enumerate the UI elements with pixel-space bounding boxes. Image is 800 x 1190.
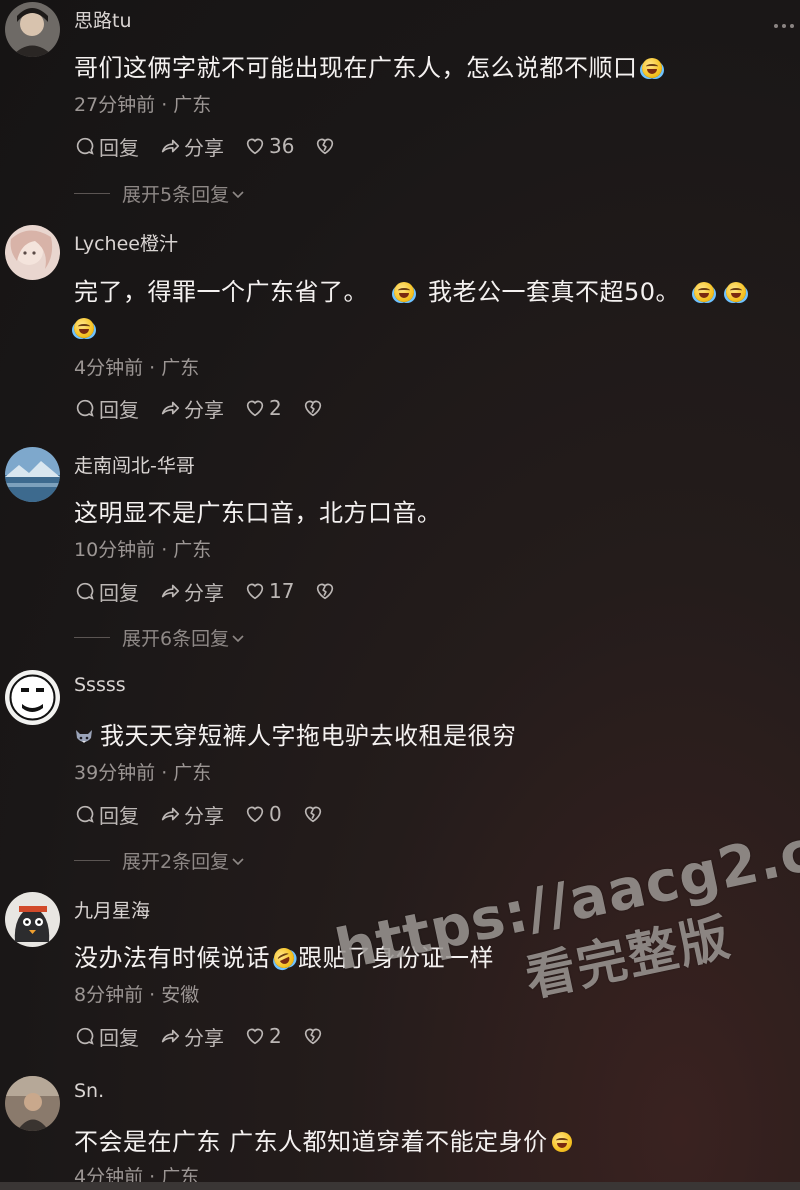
reply-button[interactable]: 回复 xyxy=(74,132,139,161)
heart-icon xyxy=(246,400,264,417)
like-button[interactable]: 2 xyxy=(244,396,282,420)
heart-icon xyxy=(246,1028,264,1045)
divider xyxy=(74,193,110,194)
comment-text: 哥们这俩字就不可能出现在广东人，怎么说都不顺口 xyxy=(74,48,666,83)
avatar[interactable] xyxy=(5,670,60,725)
avatar[interactable] xyxy=(5,447,60,502)
username[interactable]: 走南闯北-华哥 xyxy=(74,451,195,478)
share-button[interactable]: 分享 xyxy=(159,1022,224,1051)
share-icon xyxy=(161,401,180,415)
reply-button[interactable]: 回复 xyxy=(74,394,139,423)
comment-text: 完了，得罪一个广东省了。 我老公一套真不超50。 xyxy=(74,272,750,307)
tears-of-joy-emoji-icon xyxy=(694,282,715,302)
tears-of-joy-emoji-icon xyxy=(641,58,662,78)
comment-meta: 39分钟前 · 广东 xyxy=(74,762,212,784)
reply-icon xyxy=(76,1027,94,1045)
heart-icon xyxy=(246,138,264,155)
comment-meta: 8分钟前 · 安徽 xyxy=(74,984,200,1006)
bottom-bar xyxy=(0,1182,800,1190)
watermark: https://aacg2.com 看完整版 xyxy=(330,798,800,1008)
like-button[interactable]: 0 xyxy=(244,802,282,826)
comment-actions: 回复 分享 17 xyxy=(74,577,359,605)
like-button[interactable]: 36 xyxy=(244,134,294,158)
username[interactable]: Sn. xyxy=(74,1080,104,1102)
comment-text: 这明显不是广东口音，北方口音。 xyxy=(74,499,442,527)
share-icon xyxy=(161,1029,180,1043)
avatar[interactable] xyxy=(5,225,60,280)
comment-meta: 27分钟前 · 广东 xyxy=(74,94,212,116)
avatar[interactable] xyxy=(5,2,60,57)
like-button[interactable]: 2 xyxy=(244,1024,282,1048)
expand-replies-button[interactable]: 展开5条回复 xyxy=(74,180,245,207)
comment-meta: 10分钟前 · 广东 xyxy=(74,539,212,561)
dislike-button[interactable] xyxy=(302,397,327,419)
username[interactable]: 九月星海 xyxy=(74,896,150,923)
broken-heart-icon xyxy=(304,806,321,823)
like-button[interactable]: 17 xyxy=(244,579,294,603)
tears-of-joy-emoji-icon xyxy=(726,282,747,302)
chevron-down-icon xyxy=(232,190,244,198)
comment-text: 没办法有时候说话 跟贴了身份证一样 xyxy=(74,944,494,972)
comment-text-line2 xyxy=(74,314,98,342)
heart-icon xyxy=(246,806,264,823)
share-icon xyxy=(161,139,180,153)
share-button[interactable]: 分享 xyxy=(159,132,224,161)
tears-of-joy-emoji-icon xyxy=(394,282,414,302)
avatar[interactable] xyxy=(5,1076,60,1131)
dislike-button[interactable] xyxy=(314,580,339,602)
comment-actions: 回复 分享 36 xyxy=(74,132,359,160)
reply-icon xyxy=(76,805,94,823)
expand-replies-button[interactable]: 展开2条回复 xyxy=(74,847,245,874)
divider xyxy=(74,637,110,638)
reply-button[interactable]: 回复 xyxy=(74,1022,139,1051)
comment-actions: 回复 分享 2 xyxy=(74,1022,347,1050)
dislike-button[interactable] xyxy=(302,1025,327,1047)
rolling-laughing-emoji-icon xyxy=(270,944,298,972)
broken-heart-icon xyxy=(317,583,334,600)
comment-actions: 回复 分享 2 xyxy=(74,394,347,422)
more-options-icon[interactable] xyxy=(772,22,796,30)
broken-heart-icon xyxy=(304,1028,321,1045)
share-button[interactable]: 分享 xyxy=(159,394,224,423)
share-icon xyxy=(161,584,180,598)
comment-meta: 4分钟前 · 广东 xyxy=(74,357,200,379)
dislike-button[interactable] xyxy=(302,803,327,825)
expand-replies-button[interactable]: 展开6条回复 xyxy=(74,624,245,651)
share-button[interactable]: 分享 xyxy=(159,577,224,606)
tears-of-joy-emoji-icon xyxy=(74,318,94,338)
chevron-down-icon xyxy=(232,634,244,642)
broken-heart-icon xyxy=(304,400,321,417)
comment-list: 思路tu 哥们这俩字就不可能出现在广东人，怎么说都不顺口 27分钟前 · 广东 … xyxy=(0,0,800,1190)
reply-icon xyxy=(76,137,94,155)
reply-icon xyxy=(76,582,94,600)
reply-button[interactable]: 回复 xyxy=(74,577,139,606)
heart-icon xyxy=(246,583,264,600)
share-icon xyxy=(161,807,180,821)
avatar[interactable] xyxy=(5,892,60,947)
broken-heart-icon xyxy=(317,138,334,155)
comment-text: 我天天穿短裤人字拖电驴去收租是很穷 xyxy=(74,716,517,751)
share-button[interactable]: 分享 xyxy=(159,800,224,829)
comment-text: 不会是在广东 广东人都知道穿着不能定身价 xyxy=(74,1122,576,1157)
comment-actions: 回复 分享 0 xyxy=(74,800,347,828)
grinning-emoji-icon xyxy=(551,1132,572,1152)
username[interactable]: Sssss xyxy=(74,674,126,696)
username[interactable]: Lychee橙汁 xyxy=(74,229,178,256)
reply-button[interactable]: 回复 xyxy=(74,800,139,829)
username[interactable]: 思路tu xyxy=(74,6,132,33)
reply-icon xyxy=(76,399,94,417)
chevron-down-icon xyxy=(232,857,244,865)
wolf-emoji-icon xyxy=(76,730,92,743)
dislike-button[interactable] xyxy=(314,135,339,157)
divider xyxy=(74,860,110,861)
